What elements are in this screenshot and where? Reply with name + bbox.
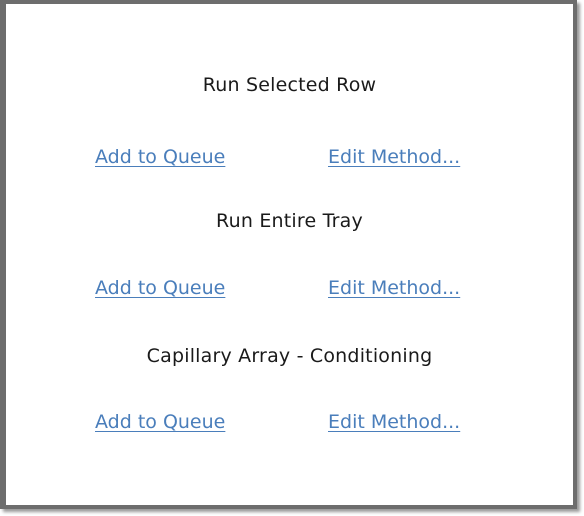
run-options-panel: Run Selected Row Add to Queue Edit Metho… — [0, 0, 577, 509]
run-selected-row-add-to-queue-link[interactable]: Add to Queue — [95, 146, 225, 168]
run-selected-row-edit-method-link[interactable]: Edit Method... — [328, 146, 460, 168]
capillary-array-conditioning-title: Capillary Array - Conditioning — [146, 345, 433, 367]
run-entire-tray-add-to-queue-link[interactable]: Add to Queue — [95, 277, 225, 299]
run-selected-row-title: Run Selected Row — [202, 74, 377, 96]
run-entire-tray-edit-method-link[interactable]: Edit Method... — [328, 277, 460, 299]
run-entire-tray-title: Run Entire Tray — [216, 210, 363, 232]
capillary-array-conditioning-add-to-queue-link[interactable]: Add to Queue — [95, 411, 225, 433]
capillary-array-conditioning-edit-method-link[interactable]: Edit Method... — [328, 411, 460, 433]
